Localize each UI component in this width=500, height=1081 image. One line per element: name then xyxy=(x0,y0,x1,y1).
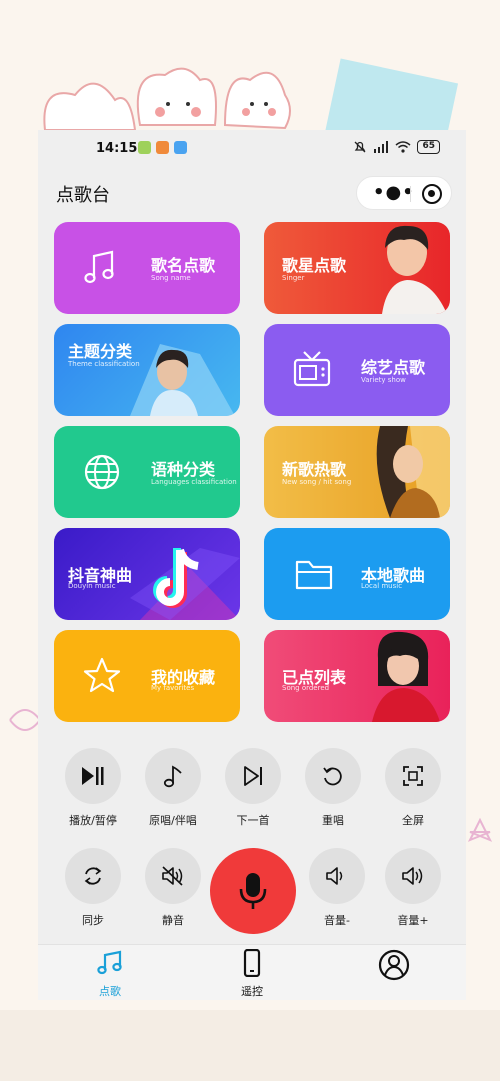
play-pause-button[interactable]: 播放/暂停 xyxy=(63,748,123,828)
volume-down-button[interactable]: 音量- xyxy=(307,848,367,928)
folder-icon xyxy=(295,560,333,590)
volume-up-label: 音量+ xyxy=(397,914,429,927)
card-title: 歌星点歌 xyxy=(282,256,347,275)
microphone-button[interactable] xyxy=(210,848,296,934)
mute-bell-icon xyxy=(355,141,366,153)
microphone-icon xyxy=(239,873,267,909)
play-pause-label: 播放/暂停 xyxy=(69,814,117,827)
volume-up-button[interactable]: 音量+ xyxy=(383,848,443,928)
card-languages[interactable]: 语种分类 Languages classification xyxy=(54,426,240,518)
card-variety[interactable]: 综艺点歌 Variety show xyxy=(264,324,450,416)
bottom-tab-bar: 点歌 遥控 xyxy=(38,944,466,1000)
volume-down-icon xyxy=(326,867,343,885)
card-subtitle: Douyin music xyxy=(68,582,116,590)
volume-down-label: 音量- xyxy=(324,914,350,927)
card-title: 主题分类 xyxy=(68,342,133,361)
ordered-photo xyxy=(372,631,440,722)
card-subtitle: Variety show xyxy=(361,376,406,384)
mute-icon xyxy=(162,866,183,886)
card-subtitle: Song ordered xyxy=(282,684,330,692)
app-notification-icon xyxy=(156,141,169,154)
card-subtitle: New song / hit song xyxy=(282,478,352,486)
music-note-icon xyxy=(163,765,182,788)
tab-song-select[interactable]: 点歌 xyxy=(80,949,140,999)
card-subtitle: Song name xyxy=(151,274,191,282)
card-title: 新歌热歌 xyxy=(282,460,347,479)
header: 点歌台 •●• xyxy=(38,168,466,216)
tab-label: 点歌 xyxy=(99,985,121,998)
play-pause-icon xyxy=(82,767,104,785)
miniprogram-capsule: •●• xyxy=(356,176,452,210)
sync-icon xyxy=(84,867,102,885)
card-singer[interactable]: 歌星点歌 Singer xyxy=(264,222,450,314)
battery-indicator: 65 xyxy=(417,140,440,154)
card-song-name[interactable]: 歌名点歌 Song name xyxy=(54,222,240,314)
card-subtitle: Local music xyxy=(361,582,403,590)
card-title: 歌名点歌 xyxy=(151,256,216,275)
card-local-music[interactable]: 本地歌曲 Local music xyxy=(264,528,450,620)
tab-profile[interactable] xyxy=(364,949,424,985)
next-song-label: 下一首 xyxy=(236,814,270,827)
music-tab-icon xyxy=(97,950,122,975)
skip-next-icon xyxy=(244,766,262,786)
card-douyin[interactable]: 抖音神曲 Douyin music xyxy=(54,528,240,620)
signal-icon xyxy=(374,141,389,153)
star-icon xyxy=(83,657,121,693)
close-miniprogram-icon[interactable] xyxy=(422,184,442,204)
user-profile-icon xyxy=(378,949,410,981)
card-title: 语种分类 xyxy=(151,460,216,479)
replay-icon xyxy=(323,767,342,786)
card-theme[interactable]: 主题分类 Theme classification xyxy=(54,324,240,416)
volume-up-icon xyxy=(402,867,423,885)
next-song-button[interactable]: 下一首 xyxy=(223,748,283,828)
replay-button[interactable]: 重唱 xyxy=(303,748,363,828)
card-favorites[interactable]: 我的收藏 My favorites xyxy=(54,630,240,722)
sync-button[interactable]: 同步 xyxy=(63,848,123,928)
replay-label: 重唱 xyxy=(322,814,344,827)
phone-remote-icon xyxy=(243,948,261,978)
douyin-icon xyxy=(130,548,240,620)
capsule-divider xyxy=(410,186,411,202)
more-icon[interactable]: •●• xyxy=(373,184,415,202)
page-title: 点歌台 xyxy=(56,185,110,206)
original-accompany-button[interactable]: 原唱/伴唱 xyxy=(143,748,203,828)
tab-remote[interactable]: 遥控 xyxy=(222,948,282,999)
tab-label: 遥控 xyxy=(241,985,263,998)
fullscreen-label: 全屏 xyxy=(402,814,424,827)
card-subtitle: Languages classification xyxy=(151,478,237,486)
mute-label: 静音 xyxy=(162,914,184,927)
original-accompany-label: 原唱/伴唱 xyxy=(149,814,197,827)
music-note-icon xyxy=(84,250,114,284)
fullscreen-button[interactable]: 全屏 xyxy=(383,748,443,828)
singer-photo xyxy=(382,225,447,314)
card-new-songs[interactable]: 新歌热歌 New song / hit song xyxy=(264,426,450,518)
new-song-photo xyxy=(376,426,450,518)
tv-icon xyxy=(293,351,331,387)
sync-label: 同步 xyxy=(82,914,104,927)
app-notification-icon xyxy=(138,141,151,154)
fullscreen-icon xyxy=(403,766,423,786)
card-title: 综艺点歌 xyxy=(361,358,426,377)
app-notification-icon xyxy=(174,141,187,154)
card-subtitle: My favorites xyxy=(151,684,195,692)
mute-button[interactable]: 静音 xyxy=(143,848,203,928)
globe-icon xyxy=(84,454,120,490)
status-time: 14:15 xyxy=(96,141,138,156)
card-subtitle: Theme classification xyxy=(68,360,140,368)
status-bar: 14:15 65 xyxy=(38,130,466,168)
phone-screen: 14:15 65 点歌台 •●• 歌名点歌 Song name 歌星点歌 Sin… xyxy=(38,130,466,1000)
card-subtitle: Singer xyxy=(282,274,305,282)
card-ordered[interactable]: 已点列表 Song ordered xyxy=(264,630,450,722)
wifi-icon xyxy=(395,141,411,153)
status-icons: 65 xyxy=(353,140,440,154)
